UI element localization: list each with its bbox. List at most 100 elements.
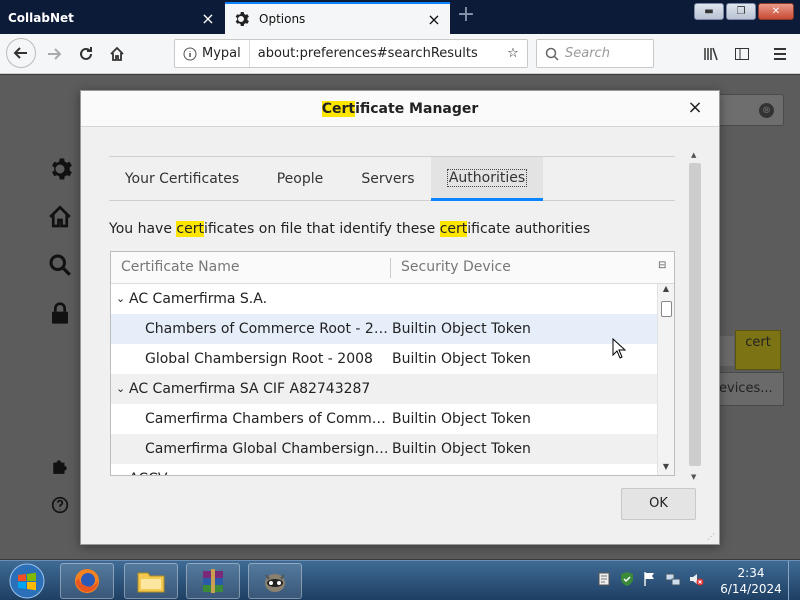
tab-label: People [276, 171, 324, 187]
taskbar-firefox[interactable] [60, 563, 114, 599]
security-device: Builtin Object Token [392, 321, 531, 337]
scroll-thumb[interactable] [661, 301, 672, 317]
tree-item-row[interactable]: Global Chambersign Root - 2008 Builtin O… [111, 344, 658, 374]
shield-check-icon[interactable] [619, 571, 635, 587]
scroll-up-icon[interactable]: ▲ [658, 284, 674, 298]
certificate-tree[interactable]: Certificate Name Security Device ⊟ ⌄ AC … [110, 251, 675, 476]
background-button-edge [720, 336, 734, 366]
taskbar: 2:34 6/14/2024 [0, 560, 800, 600]
raccoon-icon [265, 574, 285, 592]
scroll-down-icon[interactable]: ▼ [691, 473, 696, 481]
column-splitter[interactable] [390, 258, 391, 278]
forward-arrow-icon [48, 48, 62, 60]
new-tab-button[interactable]: + [456, 4, 476, 26]
tree-item-row[interactable]: Chambers of Commerce Root - 2008 Builtin… [111, 314, 658, 344]
ok-button[interactable]: OK [621, 488, 696, 520]
tree-group-row[interactable]: ⌄ AC Camerfirma SA CIF A82743287 [111, 374, 658, 404]
home-icon[interactable] [46, 203, 74, 231]
taskbar-raccoon-app[interactable] [248, 563, 302, 599]
certificate-tabs: Your Certificates People Servers Authori… [109, 156, 675, 201]
minimize-button[interactable]: ▬ [694, 3, 724, 20]
search-highlight: cert [439, 221, 468, 237]
close-icon[interactable]: × [198, 8, 218, 28]
tree-group-row[interactable]: ACCV [111, 464, 658, 475]
group-name: AC Camerfirma SA CIF A82743287 [129, 381, 371, 397]
certificate-name: Camerfirma Chambers of Commer... [145, 411, 389, 427]
url-text[interactable]: about:preferences#searchResults [258, 46, 499, 61]
back-button[interactable] [6, 38, 36, 68]
title-highlight: Cert [321, 101, 356, 117]
forward-button[interactable] [40, 40, 68, 68]
clear-search-icon[interactable]: ⊗ [759, 103, 774, 118]
info-icon [183, 47, 197, 60]
twisty-icon[interactable]: ⌄ [116, 284, 128, 314]
tree-group-row[interactable]: ⌄ AC Camerfirma S.A. [111, 284, 658, 314]
system-tray [596, 571, 704, 587]
show-desktop-button[interactable] [788, 561, 800, 600]
tab-label: Your Certificates [124, 171, 240, 187]
certificate-name: Global Chambersign Root - 2008 [145, 351, 373, 367]
column-security-device[interactable]: Security Device [401, 259, 511, 275]
identity-label: Mypal [202, 46, 241, 61]
resize-grip-icon[interactable]: ⋰ [707, 532, 717, 542]
clock-date: 6/14/2024 [720, 582, 782, 596]
scroll-down-icon[interactable]: ▼ [658, 462, 674, 475]
maximize-button[interactable]: ❐ [726, 3, 756, 20]
close-icon[interactable]: × [424, 9, 444, 29]
certificate-manager-dialog: Certificate Manager × Your Certificates … [80, 90, 720, 545]
taskbar-explorer[interactable] [124, 563, 178, 599]
sidebar-icon [735, 48, 749, 60]
search-input[interactable]: Search [536, 39, 654, 68]
home-button[interactable] [103, 40, 131, 68]
scroll-thumb[interactable] [689, 163, 701, 466]
gear-icon[interactable] [46, 155, 74, 183]
lock-icon[interactable] [46, 299, 74, 327]
reload-button[interactable] [72, 40, 100, 68]
column-picker-icon[interactable]: ⊟ [658, 260, 672, 274]
hamburger-icon [774, 48, 786, 60]
group-name: ACCV [129, 464, 167, 475]
firefox-icon [75, 569, 99, 593]
tab-your-certificates[interactable]: Your Certificates [109, 157, 255, 201]
library-button[interactable] [697, 40, 725, 68]
help-icon[interactable] [46, 491, 74, 519]
system-clock[interactable]: 2:34 6/14/2024 [720, 565, 782, 597]
site-identity[interactable]: Mypal [175, 40, 250, 67]
tab-options[interactable]: Options × [225, 2, 450, 34]
notes-icon[interactable] [596, 571, 612, 587]
group-name: AC Camerfirma S.A. [129, 291, 268, 307]
tab-authorities[interactable]: Authorities [431, 157, 543, 201]
menu-button[interactable] [766, 40, 794, 68]
volume-muted-icon[interactable] [688, 571, 704, 587]
dialog-close-button[interactable]: × [685, 91, 705, 127]
twisty-icon[interactable]: ⌄ [116, 374, 128, 404]
certificate-name: Chambers of Commerce Root - 2008 [145, 321, 389, 337]
close-window-button[interactable]: ✕ [758, 3, 794, 20]
column-certificate-name[interactable]: Certificate Name [121, 259, 239, 275]
security-devices-button[interactable]: evices... [716, 372, 784, 406]
url-bar[interactable]: Mypal about:preferences#searchResults ☆ [174, 39, 528, 68]
network-icon[interactable] [665, 571, 681, 587]
search-icon [545, 47, 559, 61]
library-icon [704, 47, 718, 61]
tab-label: Servers [361, 171, 415, 187]
search-icon[interactable] [46, 251, 74, 279]
tab-people[interactable]: People [259, 157, 341, 201]
flag-icon[interactable] [642, 571, 658, 587]
sidebar-button[interactable] [728, 40, 756, 68]
tree-item-row[interactable]: Camerfirma Chambers of Commer... Builtin… [111, 404, 658, 434]
gear-icon [235, 12, 249, 26]
puzzle-icon[interactable] [46, 452, 74, 480]
taskbar-winrar[interactable] [186, 563, 240, 599]
tree-scrollbar[interactable]: ▲ ▼ [657, 284, 674, 475]
home-icon [110, 46, 124, 61]
search-placeholder: Search [565, 46, 610, 61]
dialog-scrollbar[interactable]: ▲ ▼ [685, 151, 701, 481]
tab-title: Options [259, 12, 306, 26]
tab-collabnet[interactable]: CollabNet × [0, 2, 224, 34]
scroll-up-icon[interactable]: ▲ [691, 151, 696, 159]
tree-item-row[interactable]: Camerfirma Global Chambersign R... Built… [111, 434, 658, 464]
bookmark-star-icon[interactable]: ☆ [499, 46, 527, 61]
tab-servers[interactable]: Servers [347, 157, 429, 201]
start-button[interactable] [4, 562, 50, 600]
